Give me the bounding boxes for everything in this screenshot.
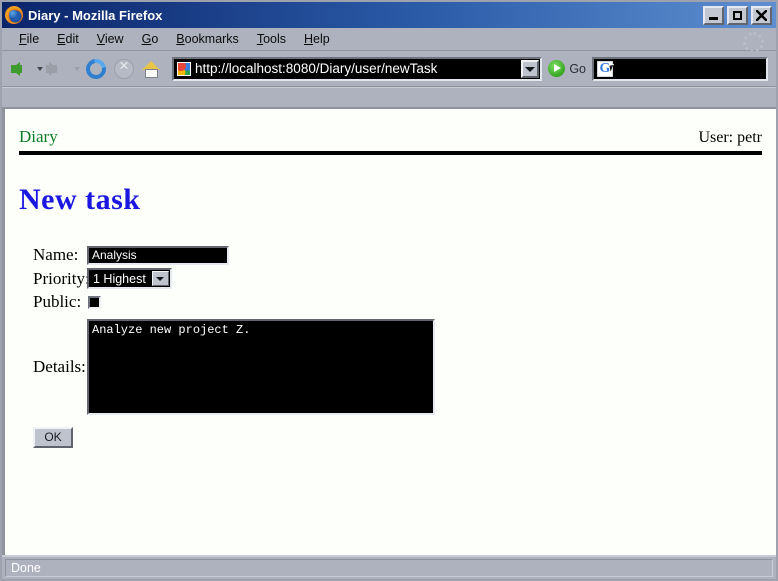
browser-window: Diary - Mozilla Firefox File Edit View G…: [0, 0, 778, 581]
mouse-cursor-icon: [608, 63, 619, 74]
reload-button[interactable]: [82, 55, 110, 83]
chevron-down-icon: [152, 271, 169, 286]
menu-file[interactable]: File: [10, 31, 48, 47]
search-input[interactable]: G: [592, 57, 768, 81]
public-checkbox[interactable]: [88, 296, 101, 309]
page-title: New task: [19, 183, 762, 217]
throbber-icon: [743, 32, 764, 53]
public-field-row: Public:: [19, 292, 762, 312]
header-divider: [19, 151, 762, 155]
forward-arrow-icon: [49, 62, 58, 76]
page-header: Diary User: petr: [19, 109, 762, 147]
go-arrow-icon: [548, 60, 565, 77]
name-label: Name:: [19, 245, 87, 265]
public-label: Public:: [19, 292, 87, 312]
forward-button[interactable]: [45, 55, 73, 83]
details-field-row: Details: Analyze new project Z.: [19, 319, 762, 415]
window-controls: [703, 6, 774, 25]
menu-edit-rest: dit: [66, 32, 79, 46]
menu-file-rest: ile: [27, 32, 40, 46]
menu-go-rest: o: [151, 32, 158, 46]
priority-field-row: Priority: 1 Highest: [19, 268, 762, 289]
name-field-row: Name: Analysis: [19, 245, 762, 265]
status-text: Done: [11, 561, 41, 575]
home-icon: [142, 61, 161, 78]
priority-selected-value: 1 Highest: [89, 272, 152, 286]
address-bar-value: http://localhost:8080/Diary/user/newTask: [195, 61, 521, 76]
menu-tools[interactable]: Tools: [248, 31, 295, 47]
stop-icon: [114, 59, 134, 79]
submit-button[interactable]: OK: [33, 427, 73, 448]
address-bar-dropdown-icon[interactable]: [521, 60, 539, 78]
menu-tools-rest: ools: [263, 32, 286, 46]
status-panel: Done: [5, 559, 773, 577]
maximize-button[interactable]: [727, 6, 748, 25]
menu-bookmarks-rest: ookmarks: [185, 32, 239, 46]
stop-button[interactable]: [110, 55, 138, 83]
status-bar: Done: [2, 555, 776, 579]
menu-view-rest: iew: [105, 32, 124, 46]
maximize-icon: [733, 11, 742, 20]
site-favicon-icon: [177, 62, 191, 76]
menu-view[interactable]: View: [88, 31, 133, 47]
details-label: Details:: [19, 357, 87, 377]
window-title: Diary - Mozilla Firefox: [28, 8, 703, 23]
go-button-label: Go: [569, 62, 586, 76]
back-button[interactable]: [8, 55, 36, 83]
user-label: User: petr: [698, 129, 762, 147]
site-title: Diary: [19, 127, 58, 147]
forward-history-dropdown[interactable]: [73, 55, 82, 83]
name-input[interactable]: Analysis: [87, 246, 229, 265]
title-bar: Diary - Mozilla Firefox: [2, 2, 776, 28]
close-icon: [756, 10, 767, 21]
back-history-dropdown[interactable]: [36, 55, 45, 83]
minimize-button[interactable]: [703, 6, 724, 25]
menu-bar: File Edit View Go Bookmarks Tools Help: [2, 28, 776, 51]
priority-label: Priority:: [19, 269, 87, 289]
go-button[interactable]: Go: [546, 60, 592, 77]
firefox-icon: [5, 6, 23, 24]
web-page: Diary User: petr New task Name: Analysis…: [5, 109, 776, 555]
priority-select[interactable]: 1 Highest: [87, 268, 172, 289]
details-textarea[interactable]: Analyze new project Z.: [87, 319, 435, 415]
menu-help[interactable]: Help: [295, 31, 339, 47]
bookmarks-toolbar: [2, 87, 776, 109]
menu-bookmarks[interactable]: Bookmarks: [167, 31, 248, 47]
navigation-toolbar: http://localhost:8080/Diary/user/newTask…: [2, 51, 776, 87]
close-button[interactable]: [751, 6, 772, 25]
menu-go[interactable]: Go: [133, 31, 168, 47]
new-task-form: Name: Analysis Priority: 1 Highest Publi…: [19, 245, 762, 448]
address-bar[interactable]: http://localhost:8080/Diary/user/newTask: [172, 57, 542, 81]
reload-icon: [82, 55, 110, 83]
home-button[interactable]: [138, 55, 166, 83]
minimize-icon: [709, 17, 718, 20]
menu-help-rest: elp: [313, 32, 330, 46]
menu-edit[interactable]: Edit: [48, 31, 88, 47]
content-frame: Diary User: petr New task Name: Analysis…: [2, 109, 776, 555]
back-arrow-icon: [11, 62, 20, 76]
